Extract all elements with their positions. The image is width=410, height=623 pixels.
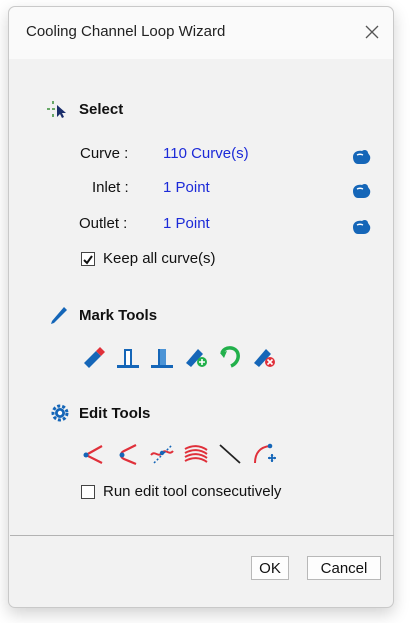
move-arc-tool-button[interactable]	[247, 440, 281, 468]
title-bar: Cooling Channel Loop Wizard	[9, 7, 393, 59]
hand-pick-icon	[353, 149, 371, 164]
hand-pick-icon	[353, 183, 371, 198]
mark-tools-toolbar	[77, 342, 281, 370]
mark-tools-heading: Mark Tools	[79, 306, 158, 324]
add-mark-tool-button[interactable]	[179, 342, 213, 370]
delete-mark-icon	[254, 349, 275, 367]
curve-value: 110 Curve(s)	[163, 145, 249, 162]
delete-mark-tool-button[interactable]	[247, 342, 281, 370]
run-consecutively-label: Run edit tool consecutively	[103, 483, 282, 500]
window-title: Cooling Channel Loop Wizard	[26, 23, 226, 40]
corner-arc-icon	[119, 444, 137, 466]
outlet-label: Outlet :	[79, 215, 128, 232]
close-icon	[365, 25, 379, 39]
offset-curves-tool-button[interactable]	[179, 440, 213, 468]
inlet-value: 1 Point	[163, 179, 210, 196]
edit-tools-heading: Edit Tools	[79, 404, 151, 422]
hand-pick-icon	[353, 219, 371, 234]
checkmark-icon	[83, 255, 93, 265]
inlet-marker-tool-button[interactable]	[111, 342, 145, 370]
eraser-tool-button[interactable]	[77, 342, 111, 370]
connect-curves-icon	[150, 444, 174, 464]
loop-direction-tool-button[interactable]	[213, 342, 247, 370]
inlet-marker-icon	[117, 349, 139, 368]
select-section-header: Select	[45, 99, 123, 119]
pick-inlet-button[interactable]	[349, 179, 373, 201]
pick-curve-button[interactable]	[349, 145, 373, 167]
cancel-button[interactable]: Cancel	[307, 556, 381, 580]
corner-line-tool-button[interactable]	[77, 440, 111, 468]
edit-tools-header: Edit Tools	[49, 402, 150, 424]
close-button[interactable]	[359, 19, 385, 45]
run-consecutively-checkbox[interactable]	[81, 485, 95, 499]
add-mark-icon	[186, 349, 207, 367]
straight-line-icon	[219, 444, 241, 464]
select-heading: Select	[79, 100, 124, 118]
divider	[10, 535, 394, 536]
connect-curves-tool-button[interactable]	[145, 440, 179, 468]
wizard-dialog: Cooling Channel Loop Wizard Select Curve…	[8, 6, 394, 608]
gear-icon	[51, 404, 69, 422]
outlet-value: 1 Point	[163, 215, 210, 232]
curve-label: Curve :	[80, 145, 129, 162]
keep-all-curves-checkbox[interactable]	[81, 252, 95, 266]
loop-direction-icon	[220, 346, 240, 368]
outlet-marker-tool-button[interactable]	[145, 342, 179, 370]
offset-curves-icon	[184, 445, 208, 463]
eraser-icon	[84, 347, 105, 368]
corner-arc-tool-button[interactable]	[111, 440, 145, 468]
keep-all-curves-label: Keep all curve(s)	[103, 250, 216, 267]
pick-outlet-button[interactable]	[349, 215, 373, 237]
select-cursor-icon	[47, 101, 66, 118]
outlet-marker-icon	[151, 349, 173, 368]
mark-tools-header: Mark Tools	[47, 305, 157, 325]
straight-line-tool-button[interactable]	[213, 440, 247, 468]
edit-tools-toolbar	[77, 440, 281, 468]
move-arc-icon	[254, 443, 276, 464]
corner-line-icon	[83, 445, 103, 464]
inlet-label: Inlet :	[92, 179, 129, 196]
pen-icon	[51, 307, 67, 324]
ok-button[interactable]: OK	[251, 556, 289, 580]
